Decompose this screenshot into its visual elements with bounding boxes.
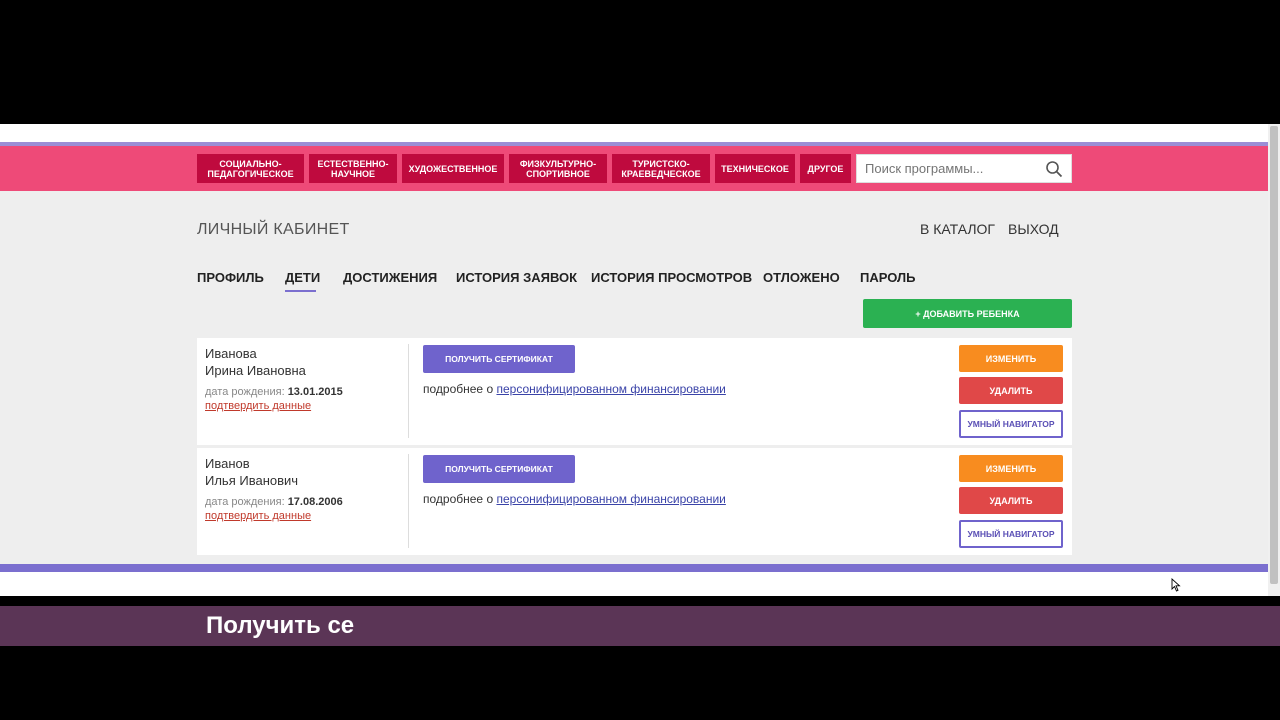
dob-label: дата рождения:	[205, 496, 285, 508]
child-card: Иванов Илья Иванович дата рождения: 17.0…	[197, 448, 1072, 555]
category-technical[interactable]: Техническое	[715, 154, 795, 183]
tab-password[interactable]: ПАРОЛЬ	[860, 270, 916, 285]
child-surname: Иванова	[205, 346, 257, 361]
more-prefix: подробнее о	[423, 382, 494, 396]
financing-link[interactable]: персонифицированном финансировании	[496, 382, 725, 396]
child-surname: Иванов	[205, 456, 250, 471]
delete-button[interactable]: УДАЛИТЬ	[959, 487, 1063, 514]
dob-value: 13.01.2015	[287, 386, 343, 398]
more-info-text: подробнее о персонифицированном финансир…	[423, 382, 726, 396]
tab-view-history[interactable]: ИСТОРИЯ ПРОСМОТРОВ	[591, 270, 752, 285]
get-certificate-button[interactable]: ПОЛУЧИТЬ СЕРТИФИКАТ	[423, 345, 575, 373]
page-title: ЛИЧНЫЙ КАБИНЕТ	[197, 221, 350, 238]
card-divider	[408, 454, 409, 548]
browser-viewport: Социально-педагогическое Естественно-нау…	[0, 124, 1280, 596]
get-certificate-button[interactable]: ПОЛУЧИТЬ СЕРТИФИКАТ	[423, 455, 575, 483]
footer-area	[0, 572, 1268, 596]
edit-button[interactable]: ИЗМЕНИТЬ	[959, 455, 1063, 482]
delete-button[interactable]: УДАЛИТЬ	[959, 377, 1063, 404]
tab-achievements[interactable]: ДОСТИЖЕНИЯ	[343, 270, 437, 285]
scrollbar-thumb[interactable]	[1270, 126, 1278, 584]
tab-children[interactable]: ДЕТИ	[285, 270, 320, 285]
category-art[interactable]: Художественное	[402, 154, 504, 183]
category-bar: Социально-педагогическое Естественно-нау…	[0, 146, 1268, 191]
category-natural-science[interactable]: Естественно-научное	[309, 154, 397, 183]
confirm-data-link[interactable]: подтвердить данные	[205, 510, 311, 522]
search-box	[856, 154, 1072, 183]
dob-value: 17.08.2006	[287, 496, 343, 508]
footer-accent-strip	[0, 564, 1268, 572]
child-dob: дата рождения: 17.08.2006	[205, 496, 343, 508]
search-icon[interactable]	[1045, 160, 1063, 178]
more-info-text: подробнее о персонифицированном финансир…	[423, 492, 726, 506]
child-name: Илья Иванович	[205, 473, 299, 488]
logout-link[interactable]: ВЫХОД	[1008, 221, 1059, 237]
confirm-data-link[interactable]: подтвердить данные	[205, 400, 311, 412]
tab-profile[interactable]: ПРОФИЛЬ	[197, 270, 264, 285]
financing-link[interactable]: персонифицированном финансировании	[496, 492, 725, 506]
category-sport[interactable]: Физкультурно-спортивное	[509, 154, 607, 183]
card-divider	[408, 344, 409, 438]
active-tab-indicator	[285, 290, 316, 292]
dob-label: дата рождения:	[205, 386, 285, 398]
edit-button[interactable]: ИЗМЕНИТЬ	[959, 345, 1063, 372]
category-social-pedagogical[interactable]: Социально-педагогическое	[197, 154, 304, 183]
category-other[interactable]: Другое	[800, 154, 851, 183]
more-prefix: подробнее о	[423, 492, 494, 506]
category-tourism[interactable]: Туристско-краеведческое	[612, 154, 710, 183]
vertical-scrollbar[interactable]	[1268, 124, 1280, 596]
catalog-link[interactable]: В КАТАЛОГ	[920, 221, 995, 237]
video-caption: Получить се	[206, 612, 355, 639]
tab-deferred[interactable]: ОТЛОЖЕНО	[763, 270, 840, 285]
top-white-band	[0, 124, 1268, 142]
search-input[interactable]	[857, 155, 1037, 182]
tab-request-history[interactable]: ИСТОРИЯ ЗАЯВОК	[456, 270, 577, 285]
child-name: Ирина Ивановна	[205, 363, 306, 378]
smart-navigator-button[interactable]: УМНЫЙ НАВИГАТОР	[959, 410, 1063, 438]
smart-navigator-button[interactable]: УМНЫЙ НАВИГАТОР	[959, 520, 1063, 548]
mouse-cursor-icon	[1171, 578, 1181, 592]
child-dob: дата рождения: 13.01.2015	[205, 386, 343, 398]
child-card: Иванова Ирина Ивановна дата рождения: 13…	[197, 338, 1072, 445]
video-caption-bar: Получить се	[0, 606, 1280, 646]
add-child-button[interactable]: + ДОБАВИТЬ РЕБЕНКА	[863, 299, 1072, 328]
